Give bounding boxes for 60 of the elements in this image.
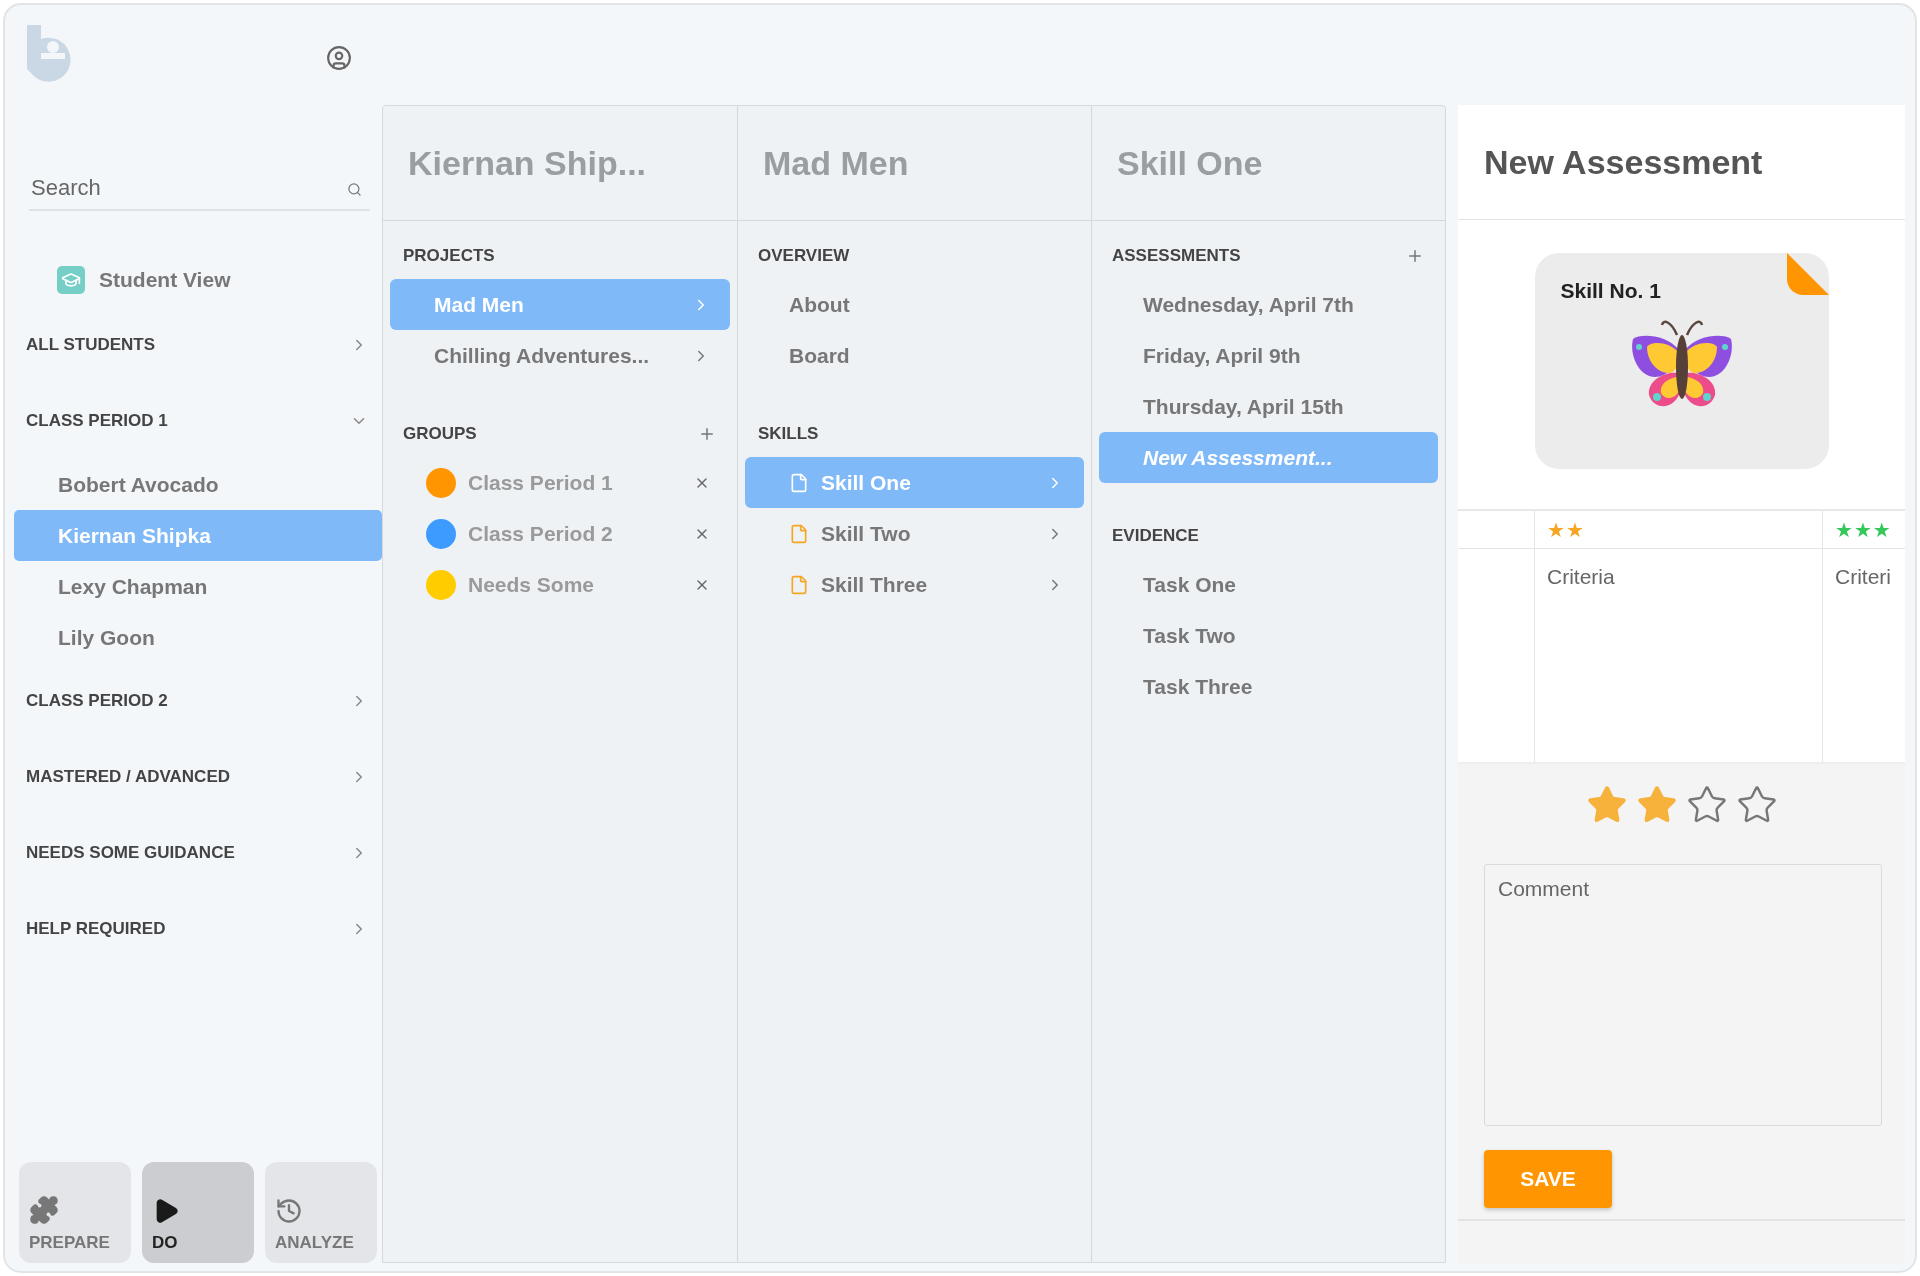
graduation-cap-icon [57, 266, 85, 294]
list-item[interactable]: Wednesday, April 7th [1099, 279, 1438, 330]
puzzle-icon [29, 1195, 59, 1225]
section-heading: OVERVIEW [758, 246, 850, 266]
document-icon [789, 523, 809, 544]
add-icon[interactable] [698, 425, 716, 443]
search-field[interactable]: Search [29, 167, 370, 211]
mode-button[interactable]: DO [142, 1162, 254, 1263]
student-group-header[interactable]: CLASS PERIOD 1 [5, 383, 382, 459]
section-heading: SKILLS [758, 424, 819, 444]
criteria-text: Criteria [1546, 564, 1616, 589]
star-level-label: ★★★ [1835, 517, 1892, 542]
list-item[interactable]: About [745, 279, 1084, 330]
student-group-header[interactable]: HELP REQUIRED [5, 891, 382, 967]
student-item[interactable]: Lexy Chapman [14, 561, 382, 612]
student-group-header[interactable]: MASTERED / ADVANCED [5, 739, 382, 815]
list-item[interactable]: Task Two [1099, 610, 1438, 661]
folded-corner-icon [1786, 253, 1829, 295]
column-title: Skill One [1092, 106, 1445, 221]
section-heading: EVIDENCE [1112, 526, 1199, 546]
comment-field[interactable]: Comment [1484, 864, 1882, 1126]
document-icon [789, 472, 809, 493]
add-icon[interactable] [1406, 247, 1424, 265]
list-item[interactable]: Skill Three [745, 559, 1084, 610]
student-group-header[interactable]: NEEDS SOME GUIDANCE [5, 815, 382, 891]
section-heading: ASSESSMENTS [1112, 246, 1241, 266]
list-item[interactable]: Skill Two [745, 508, 1084, 559]
list-item[interactable]: Chilling Adventures... [390, 330, 730, 381]
student-group-header[interactable]: CLASS PERIOD 2 [5, 663, 382, 739]
criteria-text: Criteri [1834, 564, 1892, 589]
list-item[interactable]: Needs Some [390, 559, 730, 610]
column-title: Mad Men [738, 106, 1091, 221]
student-item[interactable]: Kiernan Shipka [14, 510, 382, 561]
list-item[interactable]: Friday, April 9th [1099, 330, 1438, 381]
mode-button[interactable]: PREPARE [19, 1162, 131, 1263]
document-icon [789, 574, 809, 595]
student-group-header[interactable]: ALL STUDENTS [5, 307, 382, 383]
panel-title: New Assessment [1458, 105, 1905, 220]
list-item[interactable]: Board [745, 330, 1084, 381]
list-item[interactable]: Skill One [745, 457, 1084, 508]
search-icon [347, 182, 362, 197]
column-title: Kiernan Ship... [383, 106, 737, 221]
list-item[interactable]: Thursday, April 15th [1099, 381, 1438, 432]
list-item[interactable]: Class Period 2 [390, 508, 730, 559]
section-heading: GROUPS [403, 424, 477, 444]
mode-button[interactable]: ANALYZE [265, 1162, 377, 1263]
card-title: Skill No. 1 [1560, 279, 1661, 303]
list-item[interactable]: Task One [1099, 559, 1438, 610]
list-item[interactable]: Mad Men [390, 279, 730, 330]
student-item[interactable]: Lily Goon [14, 612, 382, 663]
star-level-label: ★★ [1547, 517, 1585, 542]
student-view-link[interactable]: Student View [99, 268, 231, 292]
section-heading: PROJECTS [403, 246, 495, 266]
list-item[interactable]: Class Period 1 [390, 457, 730, 508]
history-icon [275, 1197, 303, 1225]
user-account-icon[interactable] [326, 45, 352, 71]
list-item[interactable]: Task Three [1099, 661, 1438, 712]
list-item[interactable]: New Assessment... [1099, 432, 1438, 483]
student-item[interactable]: Bobert Avocado [14, 459, 382, 510]
save-button[interactable]: SAVE [1484, 1150, 1612, 1208]
